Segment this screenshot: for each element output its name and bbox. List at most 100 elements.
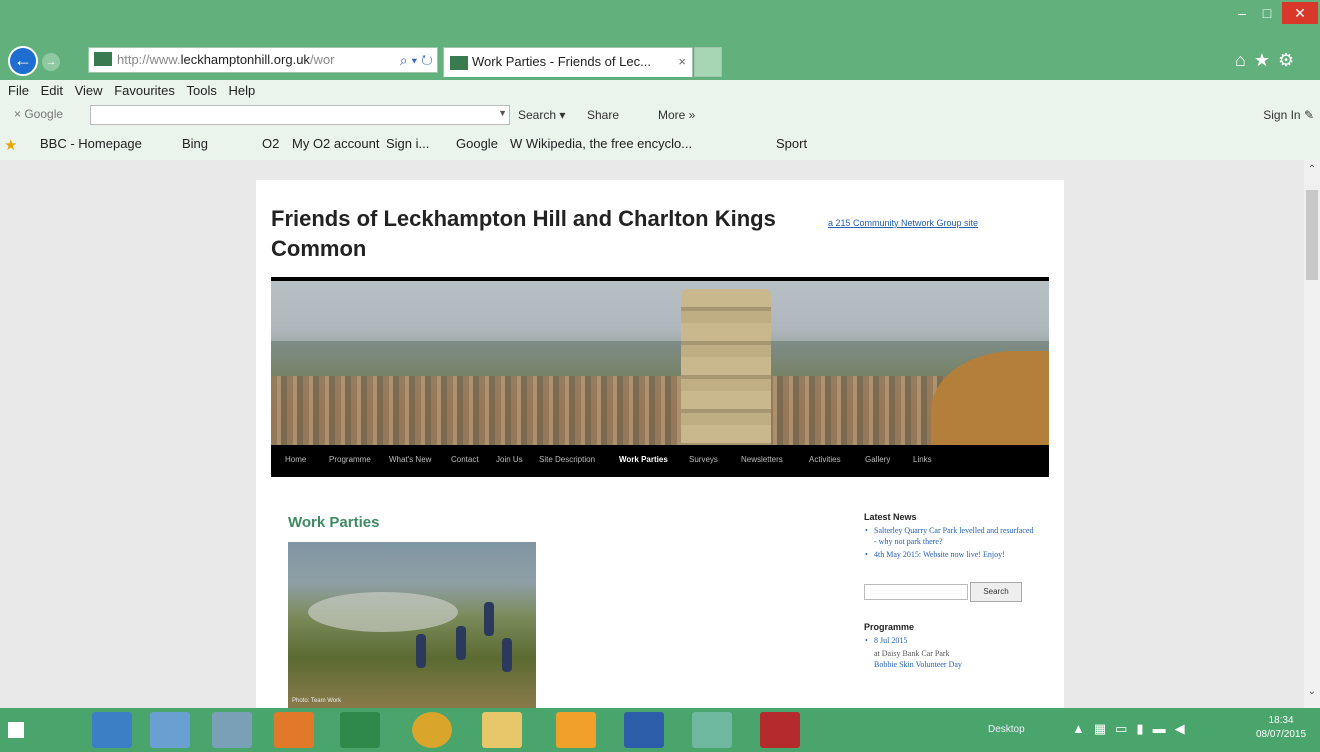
clock-time: 18:34	[1268, 715, 1294, 726]
share-button[interactable]: Share	[587, 108, 619, 122]
network-group-link[interactable]: a 215 Community Network Group site	[828, 218, 978, 228]
tab-title: Work Parties - Friends of Lec...	[472, 54, 651, 69]
fav-sport[interactable]: Sport	[776, 136, 807, 151]
desktop-toolbar-label[interactable]: Desktop	[988, 724, 1025, 735]
notepad-icon[interactable]	[150, 712, 190, 748]
forward-arrow-icon: →	[45, 56, 57, 68]
page-title: Work Parties	[288, 514, 380, 531]
media-player-icon[interactable]	[274, 712, 314, 748]
minimize-button[interactable]: –	[1231, 2, 1253, 24]
scroll-down-icon[interactable]: ⌄	[1304, 686, 1320, 697]
navigation-bar: ← → http://www.leckhamptonhill.org.uk/wo…	[0, 40, 1320, 80]
nav-links[interactable]: Links	[913, 455, 932, 464]
maximize-button[interactable]: □	[1256, 2, 1278, 24]
start-button-icon[interactable]	[8, 722, 24, 738]
nav-home[interactable]: Home	[285, 455, 306, 464]
menu-help[interactable]: Help	[229, 80, 256, 102]
scroll-thumb[interactable]	[1306, 190, 1318, 280]
photo-caption: Photo: Team Work	[292, 698, 342, 704]
menu-view[interactable]: View	[75, 80, 103, 102]
menu-edit[interactable]: Edit	[41, 80, 63, 102]
google-search-input[interactable]: ▼	[90, 105, 510, 125]
url-host: leckhamptonhill.org.uk	[180, 52, 310, 67]
google-toolbar: × Google ▼ Search ▾ Share More » Sign In…	[0, 102, 1320, 128]
work-party-photo: Photo: Team Work	[288, 542, 536, 708]
title-bar: – □ ✕	[0, 0, 1320, 40]
devils-chimney-rock	[681, 289, 771, 445]
new-tab-button[interactable]	[694, 47, 722, 77]
tab-favicon-icon	[450, 56, 468, 70]
fav-o2[interactable]: O2	[262, 136, 279, 151]
sidebar: Latest News Salterley Quarry Car Park le…	[864, 512, 1034, 670]
nav-contact[interactable]: Contact	[451, 455, 479, 464]
back-button[interactable]: ←	[8, 46, 38, 76]
latest-news-heading: Latest News	[864, 512, 917, 522]
close-button[interactable]: ✕	[1282, 2, 1318, 24]
favourites-bar: ★ BBC - Homepage Bing O2 My O2 account S…	[0, 128, 1320, 160]
url-prefix: http://www.	[117, 52, 181, 67]
file-explorer-icon[interactable]	[92, 712, 132, 748]
word-icon[interactable]	[624, 712, 664, 748]
power-icon[interactable]	[760, 712, 800, 748]
system-tray-icons[interactable]: ▲▦▭▮▬◀	[1072, 721, 1194, 737]
programme-date: 8 Jul 2015	[864, 635, 1034, 646]
dropdown-icon[interactable]: ▼	[498, 108, 507, 118]
page-viewport: Friends of Leckhampton Hill and Charlton…	[0, 160, 1320, 708]
folder-icon[interactable]	[482, 712, 522, 748]
menu-tools[interactable]: Tools	[187, 80, 217, 102]
network-icon[interactable]	[212, 712, 252, 748]
google-logo: × Google	[14, 107, 64, 121]
site-favicon-icon	[94, 52, 112, 66]
fav-my-o2[interactable]: My O2 account	[292, 136, 379, 151]
home-favourites-settings-icons[interactable]: ⌂★⚙	[1235, 50, 1302, 71]
programme-heading: Programme	[864, 622, 915, 632]
back-arrow-icon: ←	[14, 50, 32, 70]
google-search-button[interactable]: Search ▾	[518, 108, 565, 122]
nav-activities[interactable]: Activities	[809, 455, 841, 464]
programme-location: at Daisy Bank Car Park	[874, 649, 950, 658]
site-search-input[interactable]	[864, 584, 968, 600]
chrome-icon[interactable]	[412, 712, 452, 748]
news-item[interactable]: Salterley Quarry Car Park levelled and r…	[864, 525, 1034, 547]
forward-button[interactable]: →	[42, 53, 60, 71]
fav-bing[interactable]: Bing	[182, 136, 208, 151]
fav-google[interactable]: Google	[456, 136, 498, 151]
address-bar[interactable]: http://www.leckhamptonhill.org.uk/wor ⌕ …	[88, 47, 438, 73]
more-button[interactable]: More »	[658, 108, 695, 122]
site-search-button[interactable]: Search	[970, 582, 1022, 602]
programme-event-link[interactable]: Bobbie Skin Volunteer Day	[864, 659, 1034, 670]
outlook-icon[interactable]	[556, 712, 596, 748]
nav-newsletters[interactable]: Newsletters	[741, 455, 783, 464]
site-search: Search	[864, 582, 1034, 606]
browser-chrome: – □ ✕ ← → http://www.leckhamptonhill.org…	[0, 0, 1320, 160]
programme-list: 8 Jul 2015	[864, 635, 1034, 646]
menu-file[interactable]: File	[8, 80, 29, 102]
clock-date: 08/07/2015	[1256, 729, 1307, 740]
internet-explorer-icon[interactable]	[692, 712, 732, 748]
tab-work-parties[interactable]: Work Parties - Friends of Lec... ×	[443, 47, 693, 77]
news-item[interactable]: 4th May 2015: Website now live! Enjoy!	[864, 549, 1034, 560]
nav-programme[interactable]: Programme	[329, 455, 371, 464]
nav-whats-new[interactable]: What's New	[389, 455, 431, 464]
favourites-star-icon[interactable]: ★	[4, 136, 17, 154]
menu-favourites[interactable]: Favourites	[114, 80, 175, 102]
vertical-scrollbar[interactable]: ⌃ ⌄	[1304, 160, 1320, 708]
fav-wikipedia[interactable]: W Wikipedia, the free encyclo...	[510, 136, 692, 151]
web-page: Friends of Leckhampton Hill and Charlton…	[256, 180, 1064, 708]
fav-sign-in[interactable]: Sign i...	[386, 136, 429, 151]
banner-image	[271, 277, 1049, 445]
scroll-up-icon[interactable]: ⌃	[1304, 164, 1320, 175]
site-title: Friends of Leckhampton Hill and Charlton…	[271, 206, 776, 261]
nav-surveys[interactable]: Surveys	[689, 455, 718, 464]
fav-bbc[interactable]: BBC - Homepage	[40, 136, 142, 151]
nav-work-parties[interactable]: Work Parties	[619, 455, 668, 464]
sign-in-button[interactable]: Sign In ✎	[1263, 108, 1314, 122]
site-navigation: Home Programme What's New Contact Join U…	[271, 445, 1049, 477]
excel-icon[interactable]	[340, 712, 380, 748]
nav-join-us[interactable]: Join Us	[496, 455, 523, 464]
tab-close-icon[interactable]: ×	[678, 48, 686, 76]
nav-gallery[interactable]: Gallery	[865, 455, 890, 464]
address-tools-icon[interactable]: ⌕ ▾ ↻	[395, 48, 433, 72]
clock[interactable]: 18:34 08/07/2015	[1256, 714, 1306, 742]
nav-site-description[interactable]: Site Description	[539, 455, 595, 464]
